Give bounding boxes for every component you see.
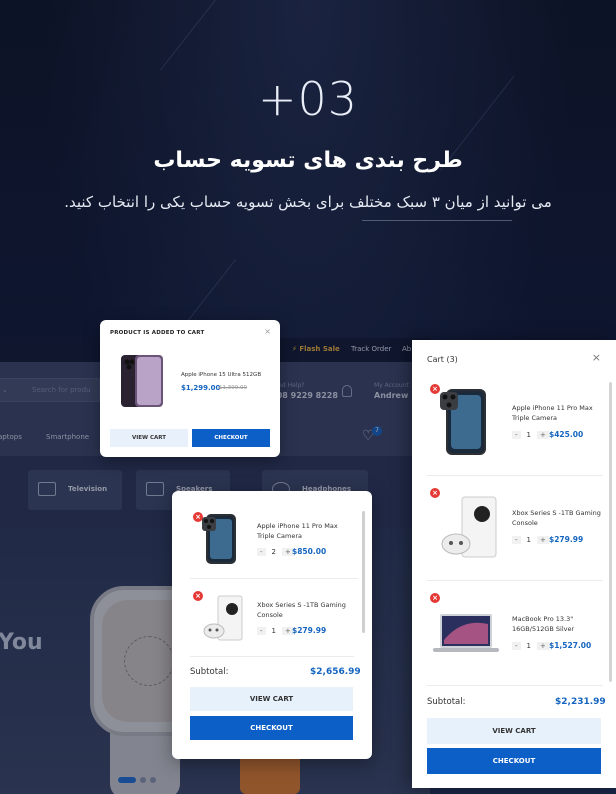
close-icon[interactable]: × [264, 327, 271, 336]
xbox-image [441, 496, 497, 558]
subtotal-value: $2,656.99 [310, 667, 361, 677]
iphone-product-image [121, 355, 163, 407]
item-qty: 1 [271, 627, 276, 635]
checkout-button[interactable]: CHECKOUT [190, 716, 353, 740]
remove-item-icon[interactable]: × [430, 593, 440, 603]
decrease-button[interactable]: - [257, 548, 266, 556]
item-name: Apple iPhone 11 Pro Max Triple Camera [257, 522, 338, 540]
checkout-button[interactable]: CHECKOUT [192, 429, 270, 447]
macbook-image [433, 614, 499, 652]
item-price: $279.99 [292, 626, 327, 635]
decrease-button[interactable]: - [512, 536, 521, 544]
product-old-price: $1,399.00 [219, 385, 247, 391]
quantity-stepper[interactable]: -2 + [257, 546, 294, 558]
divider [427, 475, 603, 476]
item-qty: 1 [526, 431, 531, 439]
view-cart-button[interactable]: VIEW CART [427, 718, 601, 744]
item-name: Apple iPhone 11 Pro Max Triple Camera [512, 404, 593, 422]
subtotal-label: Subtotal: [190, 667, 229, 677]
quantity-stepper[interactable]: -1 + [512, 429, 549, 441]
scrollbar[interactable] [362, 511, 365, 633]
mini-cart-popup: × Apple iPhone 11 Pro Max Triple Camera … [172, 491, 372, 759]
quantity-stepper[interactable]: -1 + [512, 534, 549, 546]
view-cart-button[interactable]: VIEW CART [190, 687, 353, 711]
cart-side-panel: Cart (3) × × Apple iPhone 11 Pro Max Tri… [412, 340, 616, 788]
scrollbar[interactable] [609, 382, 612, 682]
divider [427, 685, 603, 686]
item-qty: 1 [526, 536, 531, 544]
item-price: $1,527.00 [549, 641, 592, 650]
popup-header: PRODUCT IS ADDED TO CART [110, 330, 205, 336]
xbox-image [203, 595, 243, 641]
product-name: Apple iPhone 15 Ultra 512GB [181, 372, 262, 378]
divider [190, 656, 354, 657]
item-name: Xbox Series S -1TB Gaming Console [257, 601, 346, 619]
item-price: $850.00 [292, 547, 327, 556]
quantity-stepper[interactable]: -1 + [512, 640, 549, 652]
item-name: MacBook Pro 13.3" 16GB/512GB Silver [512, 615, 575, 633]
divider [427, 580, 603, 581]
increase-button[interactable]: + [537, 536, 549, 544]
subtotal-label: Subtotal: [427, 697, 466, 707]
item-price: $425.00 [549, 430, 584, 439]
product-price: $1,299.00 [181, 384, 221, 392]
iphone-11-image [202, 514, 236, 564]
iphone-11-image [440, 389, 486, 455]
subtitle-underline [362, 220, 512, 221]
view-cart-button[interactable]: VIEW CART [110, 429, 188, 447]
item-price: $279.99 [549, 535, 584, 544]
added-to-cart-popup: PRODUCT IS ADDED TO CART × Apple iPhone … [100, 320, 280, 457]
subtotal-value: $2,231.99 [555, 697, 606, 707]
item-name: Xbox Series S -1TB Gaming Console [512, 509, 601, 527]
remove-item-icon[interactable]: × [430, 488, 440, 498]
item-qty: 2 [271, 548, 276, 556]
section-number: +03 [257, 72, 359, 126]
increase-button[interactable]: + [537, 431, 549, 439]
divider [190, 578, 358, 579]
quantity-stepper[interactable]: -1 + [257, 625, 294, 637]
decrease-button[interactable]: - [257, 627, 266, 635]
section-title: طرح بندی های تسویه حساب [153, 148, 463, 173]
decrease-button[interactable]: - [512, 431, 521, 439]
decrease-button[interactable]: - [512, 642, 521, 650]
section-subtitle: می توانید از میان ۳ سبک مختلف برای بخش ت… [64, 193, 552, 211]
cart-title: Cart (3) [427, 355, 458, 364]
item-qty: 1 [526, 642, 531, 650]
checkout-button[interactable]: CHECKOUT [427, 748, 601, 774]
close-icon[interactable]: × [592, 351, 601, 364]
increase-button[interactable]: + [537, 642, 549, 650]
